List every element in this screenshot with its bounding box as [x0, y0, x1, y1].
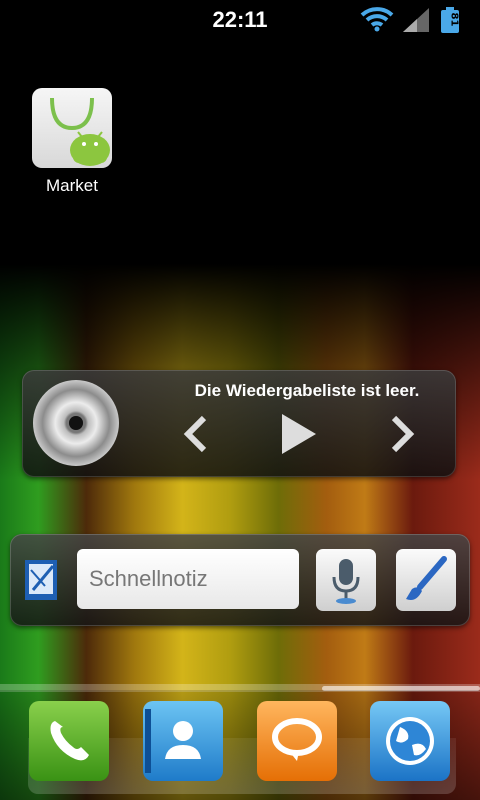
paintbrush-icon — [406, 556, 447, 600]
cd-hole — [69, 416, 83, 430]
app-label: Market — [46, 176, 98, 195]
phone-icon — [50, 721, 89, 761]
playlist-status: Die Wiedergabeliste ist leer. — [194, 381, 420, 400]
signal-icon — [403, 8, 429, 32]
draw-button[interactable] — [396, 549, 456, 611]
phone-app[interactable] — [29, 701, 109, 781]
music-widget: Die Wiedergabeliste ist leer. — [22, 370, 456, 477]
quick-note-widget: Schnellnotiz — [10, 534, 470, 626]
play-icon[interactable] — [278, 412, 318, 456]
contacts-app[interactable] — [143, 701, 223, 781]
wifi-icon — [360, 7, 394, 32]
microphone-icon — [332, 559, 360, 604]
previous-icon[interactable] — [180, 414, 210, 454]
cd-icon[interactable] — [33, 380, 119, 466]
app-market[interactable]: Market — [32, 88, 112, 196]
browser-app[interactable] — [370, 701, 450, 781]
speech-bubble-icon — [272, 718, 322, 761]
market-bag-icon — [32, 88, 112, 168]
next-icon[interactable] — [388, 414, 418, 454]
messages-app[interactable] — [257, 701, 337, 781]
quick-note-input[interactable]: Schnellnotiz — [77, 549, 299, 609]
voice-input-button[interactable] — [316, 549, 376, 611]
battery-level: 81 — [448, 12, 460, 27]
globe-icon — [386, 717, 434, 765]
notepad-icon[interactable] — [23, 556, 63, 604]
contact-person-icon — [145, 709, 201, 773]
